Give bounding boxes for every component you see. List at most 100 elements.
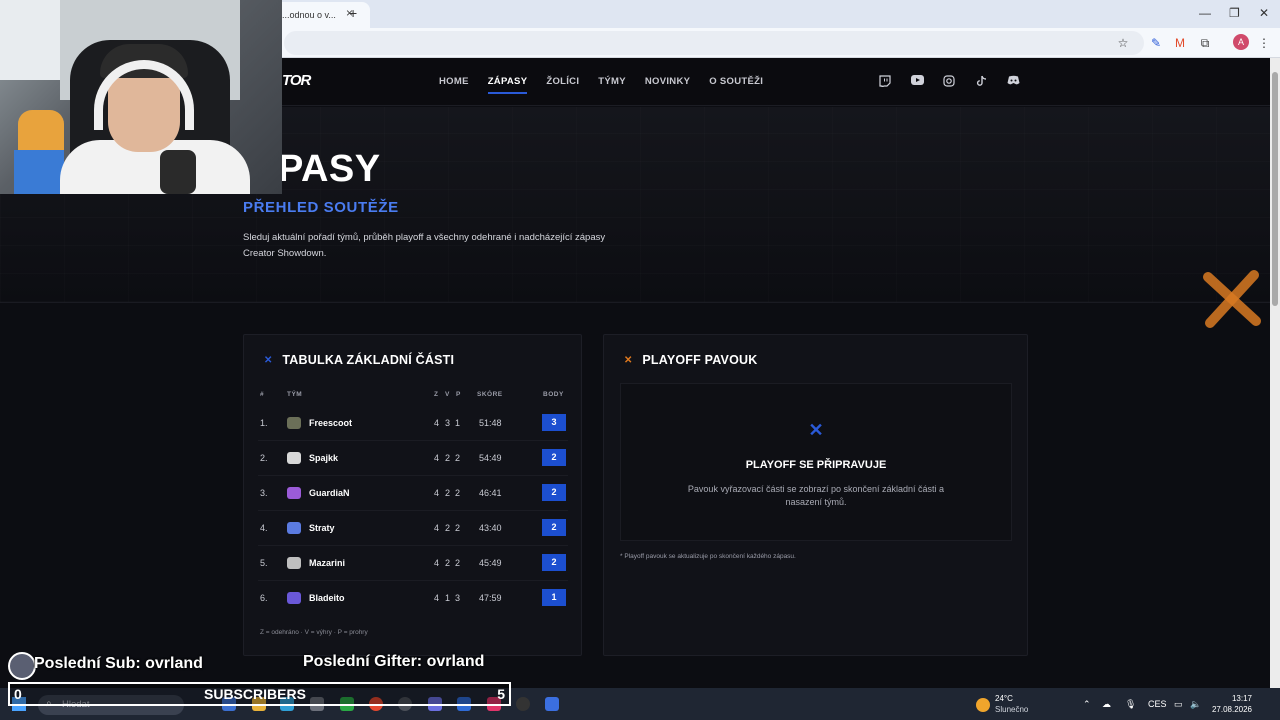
decorative-x-icon bbox=[1203, 270, 1261, 328]
standings-row[interactable]: 2. Spajkk 4 2 2 54:49 2 bbox=[258, 441, 568, 476]
extensions-puzzle-icon[interactable]: ⧉ bbox=[1197, 35, 1213, 51]
score-cell: 54:49 bbox=[479, 453, 502, 463]
rank-cell: 5. bbox=[260, 558, 268, 568]
standings-card: ✕ TABULKA ZÁKLADNÍ ČÁSTI # TÝM Z V P SKÓ… bbox=[243, 334, 582, 656]
losses-cell: 1 bbox=[455, 418, 461, 428]
browser-menu-icon[interactable]: ⋮ bbox=[1256, 35, 1272, 51]
tray-chevron-icon[interactable]: ⌃ bbox=[1083, 699, 1091, 710]
main-menu: HOME ZÁPASY ŽOLÍCI TÝMY NOVINKY O SOUTĚŽ… bbox=[439, 76, 763, 94]
page-description: Sleduj aktuální pořadí týmů, průběh play… bbox=[243, 232, 606, 259]
rank-cell: 6. bbox=[260, 593, 268, 603]
score-cell: 47:59 bbox=[479, 593, 502, 603]
team-name: GuardiaN bbox=[309, 488, 350, 498]
nav-o-soutezi[interactable]: O SOUTĚŽI bbox=[709, 76, 763, 87]
team-name: Straty bbox=[309, 523, 335, 533]
standings-row[interactable]: 3. GuardiaN 4 2 2 46:41 2 bbox=[258, 476, 568, 511]
losses-cell: 2 bbox=[455, 558, 461, 568]
address-bar[interactable] bbox=[284, 31, 1144, 55]
wins-cell: 3 bbox=[445, 418, 451, 428]
cam-microphone bbox=[160, 150, 196, 194]
page-scrollbar[interactable] bbox=[1270, 58, 1280, 688]
onedrive-icon[interactable]: ☁ bbox=[1102, 699, 1111, 710]
discord-icon[interactable] bbox=[1006, 75, 1020, 88]
team-logo-icon bbox=[287, 487, 301, 499]
score-cell: 46:41 bbox=[479, 488, 502, 498]
losses-cell: 2 bbox=[455, 453, 461, 463]
bracket-state-description: Pavouk vyřazovací části se zobrazí po sk… bbox=[687, 484, 945, 507]
wins-cell: 2 bbox=[445, 488, 451, 498]
losses-cell: 2 bbox=[455, 523, 461, 533]
stream-badge-icon bbox=[8, 652, 36, 680]
losses-cell: 3 bbox=[455, 593, 461, 603]
nav-tymy[interactable]: TÝMY bbox=[598, 76, 626, 87]
close-window-button[interactable]: ✕ bbox=[1259, 6, 1269, 20]
played-cell: 4 bbox=[434, 593, 440, 603]
playoff-title: PLAYOFF PAVOUK bbox=[642, 353, 758, 367]
played-cell: 4 bbox=[434, 418, 440, 428]
standings-row[interactable]: 5. Mazarini 4 2 2 45:49 2 bbox=[258, 546, 568, 581]
youtube-icon[interactable] bbox=[910, 75, 924, 88]
col-points: BODY bbox=[543, 391, 564, 398]
profile-avatar[interactable]: A bbox=[1233, 34, 1249, 50]
twitch-icon[interactable] bbox=[878, 75, 892, 88]
nav-home[interactable]: HOME bbox=[439, 76, 469, 87]
team-logo-icon bbox=[287, 417, 301, 429]
extension-icon[interactable]: ✎ bbox=[1148, 35, 1164, 51]
new-tab-button[interactable]: + bbox=[349, 5, 357, 21]
bracket-state-title: PLAYOFF SE PŘIPRAVUJE bbox=[745, 459, 887, 471]
taskbar-clock[interactable]: 13:17 27.08.2026 bbox=[1208, 693, 1252, 715]
last-sub-text: Poslední Sub: ovrland bbox=[34, 655, 203, 672]
sub-count-right: 5 bbox=[497, 686, 505, 702]
played-cell: 4 bbox=[434, 558, 440, 568]
bookmark-star-icon[interactable]: ☆ bbox=[1115, 35, 1131, 51]
rank-cell: 2. bbox=[260, 453, 268, 463]
taskbar-app-icon[interactable] bbox=[545, 697, 559, 711]
nav-zapasy[interactable]: ZÁPASY bbox=[487, 76, 528, 94]
col-team: TÝM bbox=[287, 391, 303, 398]
team-name: Mazarini bbox=[309, 558, 346, 568]
social-links bbox=[878, 75, 1020, 88]
mic-icon[interactable]: 🎙 bbox=[1125, 699, 1136, 710]
tab-title: ...odnou o v... bbox=[282, 10, 336, 20]
points-badge: 2 bbox=[542, 449, 566, 466]
playoff-header: ✕ PLAYOFF PAVOUK bbox=[624, 353, 757, 367]
team-name: Spajkk bbox=[309, 453, 339, 463]
col-v: V bbox=[445, 391, 450, 398]
playoff-bracket-placeholder: ✕ PLAYOFF SE PŘIPRAVUJE Pavouk vyřazovac… bbox=[620, 383, 1012, 541]
standings-row[interactable]: 6. Bladeito 4 1 3 47:59 1 bbox=[258, 581, 568, 616]
team-logo-icon bbox=[287, 452, 301, 464]
wins-cell: 2 bbox=[445, 453, 451, 463]
language-indicator[interactable]: CES bbox=[1148, 699, 1167, 709]
standings-row[interactable]: 1. Freescoot 4 3 1 51:48 3 bbox=[258, 406, 568, 441]
bracket-x-icon: ✕ bbox=[808, 420, 824, 440]
instagram-icon[interactable] bbox=[942, 75, 956, 88]
score-cell: 45:49 bbox=[479, 558, 502, 568]
mail-extension-icon[interactable]: M bbox=[1172, 35, 1188, 51]
nav-novinky[interactable]: NOVINKY bbox=[645, 76, 690, 87]
rank-cell: 4. bbox=[260, 523, 268, 533]
played-cell: 4 bbox=[434, 453, 440, 463]
last-gifter-text: Poslední Gifter: ovrland bbox=[303, 653, 485, 670]
team-name: Bladeito bbox=[309, 593, 345, 603]
wins-cell: 1 bbox=[445, 593, 451, 603]
obs-icon[interactable] bbox=[516, 697, 530, 711]
network-icon[interactable]: ▭ bbox=[1174, 699, 1183, 710]
wins-cell: 2 bbox=[445, 558, 451, 568]
col-z: Z bbox=[434, 391, 439, 398]
minimize-button[interactable]: — bbox=[1199, 6, 1211, 20]
standings-row[interactable]: 4. Straty 4 2 2 43:40 2 bbox=[258, 511, 568, 546]
weather-temp: 24°C bbox=[995, 694, 1013, 703]
tiktok-icon[interactable] bbox=[974, 75, 988, 88]
nav-zolici[interactable]: ŽOLÍCI bbox=[546, 76, 579, 87]
sun-icon bbox=[976, 698, 990, 712]
losses-cell: 2 bbox=[455, 488, 461, 498]
playoff-note: * Playoff pavouk se aktualizuje po skonč… bbox=[620, 553, 796, 560]
site-logo[interactable]: TOR bbox=[282, 72, 311, 89]
clock-time: 13:17 bbox=[1231, 694, 1252, 703]
volume-icon[interactable]: 🔈 bbox=[1190, 699, 1201, 710]
standings-title: TABULKA ZÁKLADNÍ ČÁSTI bbox=[282, 353, 455, 367]
scrollbar-thumb[interactable] bbox=[1272, 72, 1278, 306]
cam-plush-box bbox=[14, 150, 64, 194]
maximize-button[interactable]: ❐ bbox=[1229, 6, 1240, 20]
webcam-overlay bbox=[0, 0, 282, 194]
